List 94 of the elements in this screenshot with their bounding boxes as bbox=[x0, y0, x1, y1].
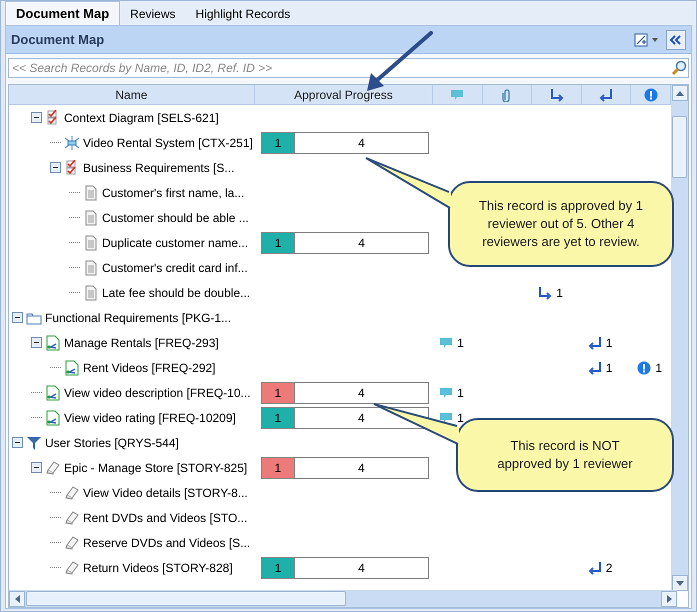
scroll-down-button[interactable] bbox=[672, 575, 688, 591]
scroll-icon bbox=[64, 560, 80, 576]
tree-item[interactable]: Context Diagram [SELS-621] bbox=[64, 108, 219, 126]
collapse-icon[interactable] bbox=[666, 30, 686, 50]
collapse-toggle[interactable] bbox=[31, 112, 42, 123]
filter-icon bbox=[26, 434, 42, 450]
chart-options-icon[interactable] bbox=[634, 32, 660, 46]
count: 1 bbox=[457, 384, 464, 402]
document-icon bbox=[83, 184, 99, 200]
tree-item[interactable]: User Stories [QRYS-544] bbox=[45, 434, 179, 452]
tree-item[interactable]: Business Requirements [S... bbox=[83, 158, 234, 176]
tree-item[interactable]: Functional Requirements [PKG-1... bbox=[45, 308, 232, 326]
comment-icon bbox=[439, 410, 454, 424]
tree-item[interactable]: Rent Videos [FREQ-292] bbox=[83, 358, 216, 376]
panel-title: Document Map bbox=[11, 30, 104, 49]
scroll-icon bbox=[64, 534, 80, 550]
pending-count: 4 bbox=[357, 384, 366, 402]
tree-item[interactable]: Return Videos [STORY-828] bbox=[83, 558, 233, 576]
scroll-icon bbox=[45, 460, 61, 476]
tree-item[interactable]: Manage Rentals [FREQ-293] bbox=[64, 334, 219, 352]
document-icon bbox=[83, 234, 99, 250]
scroll-thumb[interactable] bbox=[26, 591, 346, 606]
tree-item[interactable]: Late fee should be double... bbox=[102, 284, 250, 302]
vertical-scrollbar[interactable] bbox=[671, 85, 688, 591]
approval-segment: 1 bbox=[262, 558, 296, 578]
tree-item[interactable]: View video rating [FREQ-10209] bbox=[64, 408, 236, 426]
return-arrow-icon bbox=[588, 360, 602, 374]
document-icon bbox=[83, 260, 99, 276]
comment-icon bbox=[439, 336, 454, 350]
tree-item[interactable]: Rent DVDs and Videos [STO... bbox=[83, 508, 248, 526]
callout: This record is approved by 1 reviewer out of 5. Other 4 reviewers are yet to review. bbox=[448, 181, 674, 267]
tree-item[interactable]: Customer should be able ... bbox=[102, 208, 249, 226]
horizontal-scrollbar[interactable] bbox=[9, 590, 677, 607]
pending-count: 4 bbox=[357, 410, 366, 426]
pending-count: 4 bbox=[357, 234, 366, 252]
document-icon bbox=[83, 284, 99, 300]
count: 1 bbox=[457, 334, 464, 352]
arrow-right-icon bbox=[550, 88, 564, 102]
collapse-toggle[interactable] bbox=[12, 312, 23, 323]
requirement-icon bbox=[64, 360, 80, 376]
search-icon[interactable] bbox=[671, 60, 687, 76]
tree-item[interactable]: View Video details [STORY-8... bbox=[83, 484, 248, 502]
tree-item[interactable]: View video description [FREQ-10... bbox=[64, 384, 251, 402]
scroll-up-button[interactable] bbox=[672, 85, 688, 101]
left-arrow-icon bbox=[14, 594, 20, 602]
requirement-icon bbox=[45, 334, 61, 350]
scroll-thumb[interactable] bbox=[672, 116, 687, 178]
tab[interactable]: Reviews bbox=[120, 3, 186, 25]
collapse-toggle[interactable] bbox=[12, 437, 23, 448]
tab[interactable]: Highlight Records bbox=[186, 3, 300, 25]
approval-segment: 1 bbox=[262, 132, 296, 152]
return-arrow-icon bbox=[599, 88, 614, 102]
requirement-icon bbox=[45, 384, 61, 400]
count: 1 bbox=[606, 360, 612, 376]
count: 1 bbox=[606, 334, 612, 352]
approval-segment: 1 bbox=[262, 458, 295, 478]
collapse-toggle[interactable] bbox=[50, 162, 61, 173]
tree-item[interactable]: Customer's credit card inf... bbox=[102, 258, 248, 276]
scroll-right-button[interactable] bbox=[661, 590, 677, 606]
tree-item[interactable]: Reserve DVDs and Videos [S... bbox=[83, 534, 250, 552]
scroll-icon bbox=[64, 510, 80, 526]
up-arrow-icon bbox=[676, 90, 684, 96]
tree-item[interactable]: Video Rental System [CTX-251] bbox=[83, 134, 253, 152]
scroll-icon bbox=[64, 484, 80, 500]
approval-segment: 1 bbox=[262, 232, 296, 252]
right-arrow-icon bbox=[666, 594, 672, 602]
arrow-right-icon bbox=[538, 286, 552, 300]
count: 2 bbox=[606, 560, 612, 576]
comment-icon bbox=[439, 386, 454, 400]
approval-segment: 1 bbox=[262, 382, 295, 402]
pending-count: 4 bbox=[357, 460, 366, 476]
collapse-toggle[interactable] bbox=[31, 337, 42, 348]
approval-segment: 1 bbox=[262, 408, 295, 428]
tab[interactable]: Document Map bbox=[5, 1, 120, 25]
column-header[interactable]: Name bbox=[9, 85, 255, 104]
down-arrow-icon bbox=[676, 580, 684, 586]
requirement-icon bbox=[45, 410, 61, 426]
return-arrow-icon bbox=[588, 560, 602, 574]
tree-item[interactable]: Customer's first name, la... bbox=[102, 184, 244, 202]
comment-icon bbox=[450, 88, 464, 102]
count: 1 bbox=[655, 360, 662, 376]
tree-item[interactable]: Duplicate customer name... bbox=[102, 234, 248, 252]
collapse-toggle[interactable] bbox=[31, 462, 42, 473]
return-arrow-icon bbox=[588, 336, 602, 350]
search-field[interactable]: << Search Records by Name, ID, ID2, Ref. ID >> bbox=[8, 58, 689, 78]
count: 1 bbox=[556, 284, 563, 302]
document-icon bbox=[83, 210, 99, 226]
tree-item[interactable]: Epic - Manage Store [STORY-825] bbox=[64, 458, 248, 476]
exclamation-icon bbox=[644, 88, 658, 102]
scroll-left-button[interactable] bbox=[9, 590, 25, 606]
pending-count: 4 bbox=[357, 134, 366, 152]
exclamation-icon bbox=[637, 360, 652, 374]
pending-count: 4 bbox=[357, 560, 366, 576]
network-icon bbox=[64, 134, 80, 150]
